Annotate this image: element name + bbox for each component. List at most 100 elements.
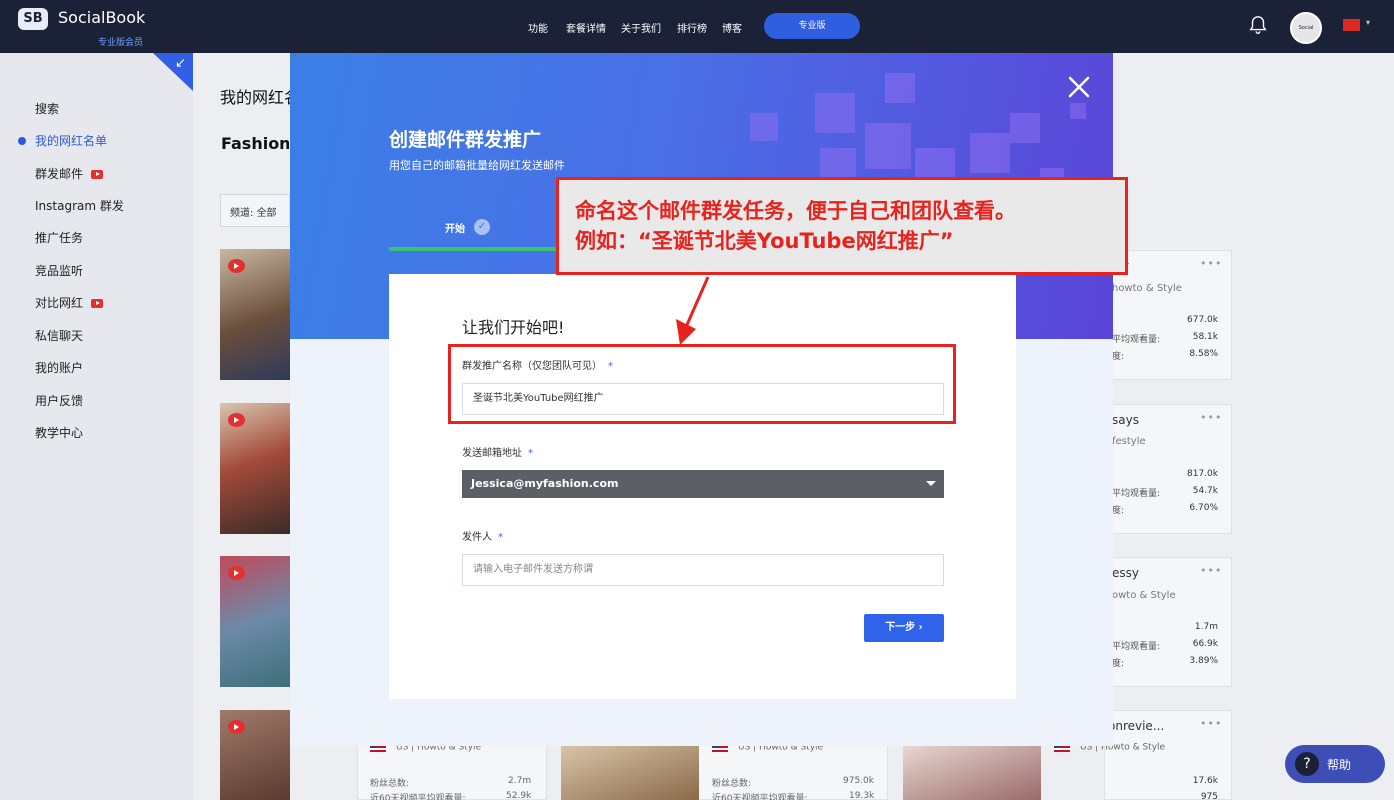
sender-email-label: 发送邮箱地址 *	[462, 448, 533, 459]
engagement-label: 度:	[1112, 659, 1125, 669]
logo-name[interactable]: SocialBook	[58, 8, 145, 27]
decorative-cube	[885, 73, 915, 103]
influencer-category: festyle	[1112, 436, 1146, 447]
avg-views-label: 平均观看量:	[1112, 489, 1161, 499]
decorative-cube	[750, 113, 778, 141]
annotation-callout: 命名这个邮件群发任务，便于自己和团队查看。 例如：“圣诞节北美YouTube网红…	[556, 177, 1128, 275]
form-heading: 让我们开始吧!	[462, 318, 565, 337]
engagement-label: 度:	[1112, 506, 1125, 516]
sidebar-item-instagram-mass[interactable]: Instagram 群发	[35, 197, 124, 214]
required-mark: *	[528, 448, 533, 459]
sender-name-input[interactable]: 请输入电子邮件发送方称谓	[462, 554, 944, 586]
youtube-icon	[228, 720, 245, 734]
followers-value: 677.0k	[1187, 315, 1218, 325]
dropdown-caret-icon	[926, 481, 936, 486]
decorative-cube	[970, 133, 1010, 173]
sender-email-select[interactable]: Jessica@myfashion.com	[462, 470, 944, 498]
china-flag-icon[interactable]	[1343, 19, 1360, 31]
active-indicator-icon	[18, 137, 26, 145]
question-icon: ?	[1295, 752, 1319, 776]
influencer-category: owto & Style	[1112, 590, 1176, 601]
channel-filter[interactable]: 频道: 全部	[220, 194, 290, 227]
influencer-photo[interactable]	[903, 746, 1041, 800]
next-step-button[interactable]: 下一步 ›	[864, 614, 944, 642]
followers-value: 817.0k	[1187, 469, 1218, 479]
nav-item-about[interactable]: 关于我们	[621, 20, 661, 35]
nav-item-blog[interactable]: 博客	[722, 20, 742, 35]
sidebar-item-my-influencers[interactable]: 我的网红名单	[35, 132, 107, 149]
avg-views-label: 平均观看量:	[1112, 642, 1161, 652]
sidebar-item-search[interactable]: 搜索	[35, 100, 59, 117]
engagement-value: 8.58%	[1189, 349, 1218, 359]
avg-views-label: 近60天视频平均观看量:	[370, 794, 466, 800]
followers-label: 粉丝总数:	[370, 779, 410, 789]
logo-icon[interactable]: SB	[18, 8, 48, 30]
influencer-name[interactable]: onrevie...	[1108, 719, 1164, 733]
sidebar-item-compare[interactable]: 对比网红	[35, 294, 104, 311]
pro-version-button[interactable]: 专业版	[764, 13, 860, 39]
check-icon: ✓	[474, 219, 490, 235]
nav-item-features[interactable]: 功能	[528, 20, 548, 35]
nav-item-ranking[interactable]: 排行榜	[677, 20, 707, 35]
avg-views-value: 54.7k	[1192, 486, 1218, 496]
video-badge-icon	[91, 170, 104, 179]
sidebar-item-competitor-monitor[interactable]: 竞品监听	[35, 262, 83, 279]
engagement-value: 3.89%	[1189, 656, 1218, 666]
avg-views-value: 19.3k	[849, 791, 875, 800]
sidebar-item-messages[interactable]: 私信聊天	[35, 327, 83, 344]
help-button[interactable]: ? 帮助	[1285, 745, 1385, 783]
close-icon[interactable]	[1065, 73, 1093, 101]
avg-views-value: 52.9k	[506, 791, 532, 800]
callout-line: 例如：“圣诞节北美YouTube网红推广”	[575, 229, 954, 253]
avg-views-label: 平均观看量:	[1112, 335, 1161, 345]
influencer-name[interactable]: essy	[1112, 566, 1139, 580]
page-title: 我的网红名单	[220, 88, 290, 107]
engagement-value: 6.70%	[1189, 503, 1218, 513]
modal-subtitle: 用您自己的邮箱批量给网红发送邮件	[389, 159, 565, 172]
top-navigation-bar: SB SocialBook 专业版会员 功能 套餐详情 关于我们 排行榜 博客 …	[0, 0, 1394, 59]
language-caret-icon[interactable]: ▾	[1366, 18, 1370, 27]
followers-value: 2.7m	[508, 776, 532, 786]
influencer-category: howto & Style	[1112, 283, 1182, 294]
step-progress-bar	[389, 247, 557, 251]
sidebar-item-account[interactable]: 我的账户	[35, 359, 83, 376]
more-options-icon[interactable]: •••	[1200, 411, 1222, 424]
influencer-name[interactable]: says	[1112, 413, 1139, 427]
followers-value: 975.0k	[843, 776, 874, 786]
decorative-cube	[1010, 113, 1040, 143]
sidebar-item-mass-email[interactable]: 群发邮件	[35, 165, 104, 182]
callout-line: 命名这个邮件群发任务，便于自己和团队查看。	[575, 199, 1016, 223]
followers-label: 粉丝总数:	[712, 779, 752, 789]
youtube-icon	[228, 566, 245, 580]
influencer-photo[interactable]	[561, 746, 699, 800]
required-mark: *	[498, 532, 503, 543]
nav-item-pricing[interactable]: 套餐详情	[566, 20, 606, 35]
user-avatar[interactable]: Social Book	[1290, 12, 1322, 59]
modal-title: 创建邮件群发推广	[389, 129, 542, 151]
youtube-icon	[228, 259, 245, 273]
youtube-icon	[228, 413, 245, 427]
more-options-icon[interactable]: •••	[1200, 564, 1222, 577]
bell-icon[interactable]	[1247, 14, 1269, 36]
highlight-box	[448, 344, 956, 424]
sidebar-item-feedback[interactable]: 用户反馈	[35, 392, 83, 409]
list-name: Fashion	[221, 134, 289, 153]
membership-label: 专业版会员	[98, 38, 144, 48]
step-start-label[interactable]: 开始	[445, 220, 465, 235]
engagement-label: 度:	[1112, 352, 1125, 362]
help-label: 帮助	[1327, 758, 1352, 772]
sender-name-label: 发件人 *	[462, 532, 503, 543]
followers-value: 1.7m	[1194, 622, 1218, 632]
collapse-arrow-icon[interactable]: ↙	[175, 56, 186, 71]
video-badge-icon	[91, 299, 104, 308]
avg-views-value: 66.9k	[1192, 639, 1218, 649]
avg-views-value: 975	[1200, 792, 1218, 800]
sidebar-item-campaigns[interactable]: 推广任务	[35, 229, 83, 246]
annotation-arrow	[676, 276, 710, 345]
decorative-cube	[1070, 103, 1086, 119]
followers-value: 17.6k	[1192, 776, 1218, 786]
more-options-icon[interactable]: •••	[1200, 717, 1222, 730]
more-options-icon[interactable]: •••	[1200, 257, 1222, 270]
decorative-cube	[865, 123, 911, 169]
sidebar-item-tutorials[interactable]: 教学中心	[35, 424, 83, 441]
